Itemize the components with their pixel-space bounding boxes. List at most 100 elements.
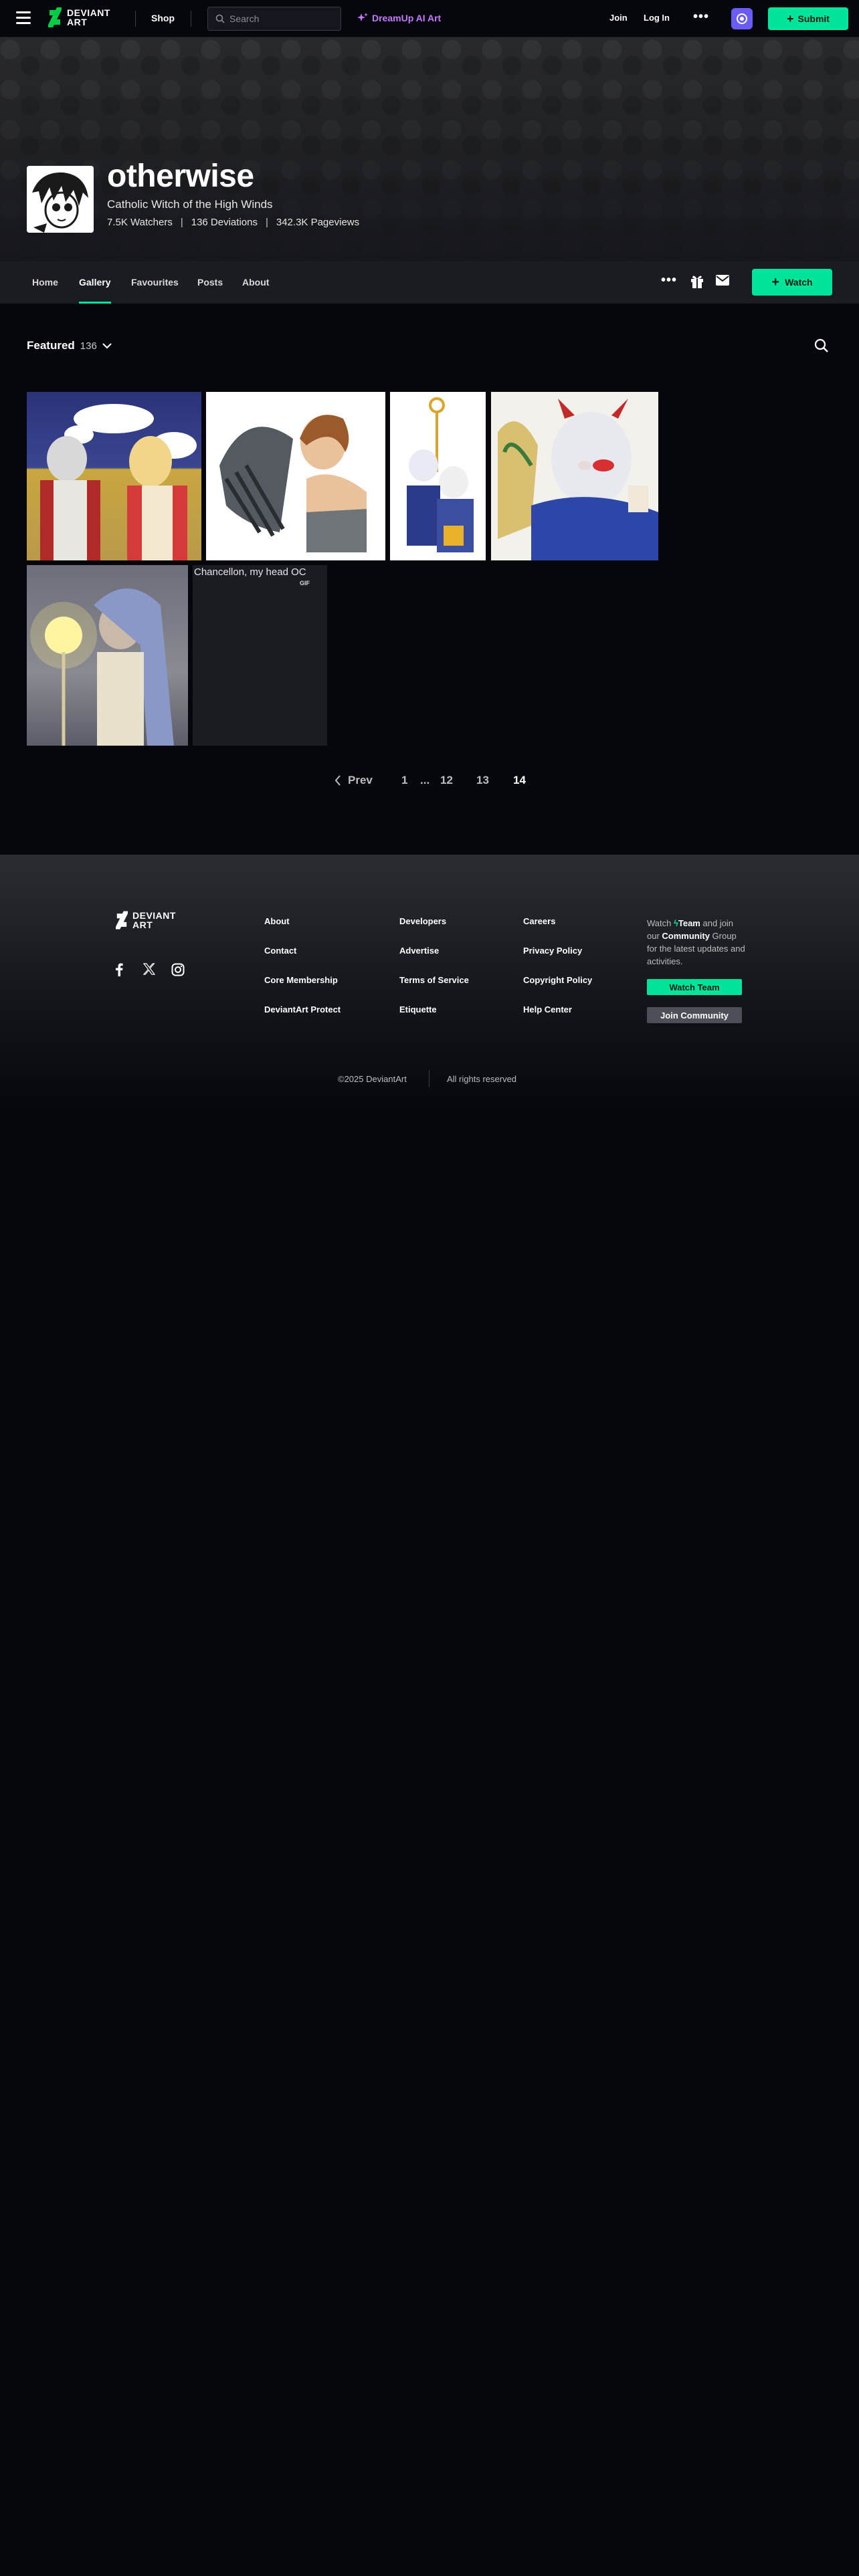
footer-link-terms[interactable]: Terms of Service [399, 975, 469, 985]
logo-text-line1: DEVIANT [67, 7, 110, 18]
thumbnail-alt-text: Chancellon, my head OC [194, 566, 306, 578]
mail-icon[interactable] [716, 275, 729, 286]
tab-favourites[interactable]: Favourites [131, 277, 179, 288]
footer-link-privacy[interactable]: Privacy Policy [523, 946, 582, 956]
watch-label: Watch [785, 277, 813, 288]
pagination-prev[interactable]: Prev [335, 774, 373, 787]
stats-separator: | [180, 217, 183, 228]
search-icon [215, 14, 225, 23]
chevron-down-icon [102, 343, 112, 349]
profile-username[interactable]: otherwise [107, 158, 254, 195]
footer-logo-line2: ART [132, 920, 153, 930]
core-badge-icon [737, 13, 747, 24]
footer-link-deviantart-protect[interactable]: DeviantArt Protect [264, 1004, 341, 1014]
stats-separator: | [265, 217, 268, 228]
rights-text: All rights reserved [447, 1074, 517, 1084]
deviantart-logo[interactable]: DEVIANT ART [48, 7, 110, 27]
pageviews-count: 342.3K Pageviews [276, 217, 360, 228]
artwork-image [498, 399, 658, 560]
submit-label: Submit [797, 13, 830, 24]
footer-link-developers[interactable]: Developers [399, 916, 446, 926]
footer-link-advertise[interactable]: Advertise [399, 946, 439, 956]
dreamup-link[interactable]: DreamUp AI Art [357, 13, 441, 23]
chevron-left-icon [335, 775, 341, 786]
top-navigation-bar: DEVIANT ART Shop DreamUp AI Art Join Log… [0, 0, 859, 37]
dreamup-label: DreamUp AI Art [372, 13, 442, 23]
footer-link-contact[interactable]: Contact [264, 946, 296, 956]
deviation-thumbnail[interactable] [491, 392, 658, 560]
footer-link-etiquette[interactable]: Etiquette [399, 1004, 437, 1014]
profile-stats: 7.5K Watchers | 136 Deviations | 342.3K … [107, 217, 359, 228]
search-input[interactable] [229, 13, 341, 24]
plus-icon: + [771, 275, 780, 290]
footer-logo[interactable]: DEVIANT ART [116, 911, 176, 930]
deviation-thumbnail[interactable] [27, 392, 201, 560]
deviation-thumbnail-broken-image[interactable]: Chancellon, my head OC GIF [193, 565, 327, 746]
tab-posts[interactable]: Posts [197, 277, 223, 288]
site-footer: DEVIANT ART About Contact Core Membershi… [0, 855, 859, 1110]
gif-badge: GIF [300, 580, 310, 586]
copyright-text: ©2025 DeviantArt [338, 1074, 407, 1084]
gift-icon[interactable] [690, 274, 704, 289]
divider [135, 11, 136, 27]
divider [429, 1070, 430, 1087]
deviantart-logo-icon [116, 911, 128, 930]
avatar-image [27, 166, 94, 233]
prev-label: Prev [348, 774, 373, 786]
gallery-search-icon[interactable] [814, 338, 829, 353]
blurb-team: Team [678, 918, 700, 928]
active-tab-indicator [79, 302, 111, 304]
submit-button[interactable]: + Submit [768, 7, 848, 30]
search-box[interactable] [207, 7, 341, 31]
footer-link-copyright[interactable]: Copyright Policy [523, 975, 592, 985]
core-membership-icon[interactable] [731, 8, 753, 29]
profile-navigation: Home Gallery Favourites Posts About ••• … [0, 261, 859, 304]
join-link[interactable]: Join [609, 13, 628, 23]
avatar[interactable] [27, 166, 94, 233]
more-options-icon[interactable]: ••• [661, 273, 677, 288]
footer-link-careers[interactable]: Careers [523, 916, 555, 926]
page-link-1[interactable]: 1 [401, 774, 407, 787]
menu-icon[interactable] [16, 11, 31, 26]
folder-count: 136 [80, 340, 97, 352]
watchers-count[interactable]: 7.5K Watchers [107, 217, 173, 228]
tab-about[interactable]: About [242, 277, 269, 288]
page-link-12[interactable]: 12 [440, 774, 453, 787]
artwork-image [30, 588, 174, 746]
team-icon: ϟ [673, 918, 678, 928]
deviations-count[interactable]: 136 Deviations [191, 217, 258, 228]
footer-link-core-membership[interactable]: Core Membership [264, 975, 338, 985]
shop-link[interactable]: Shop [151, 13, 175, 23]
instagram-icon[interactable] [171, 963, 185, 976]
artwork-image [40, 404, 197, 560]
page-ellipsis: ... [420, 774, 430, 786]
folder-title: Featured [27, 339, 75, 352]
more-options-icon[interactable]: ••• [693, 9, 709, 25]
page-link-13[interactable]: 13 [476, 774, 489, 787]
watch-team-blurb: Watch ϟTeam and join our Community Group… [647, 917, 747, 968]
x-icon[interactable] [143, 963, 155, 975]
watch-button[interactable]: + Watch [752, 269, 832, 296]
sparkle-icon [357, 13, 368, 21]
watch-team-button[interactable]: Watch Team [647, 979, 742, 995]
login-link[interactable]: Log In [644, 13, 670, 23]
footer-link-help-center[interactable]: Help Center [523, 1004, 572, 1014]
footer-logo-line1: DEVIANT [132, 910, 176, 921]
deviation-thumbnail[interactable] [390, 392, 486, 560]
deviation-thumbnail[interactable] [206, 392, 385, 560]
gallery-folder-dropdown[interactable]: Featured 136 [27, 339, 112, 352]
plus-icon: + [787, 12, 794, 25]
join-community-button[interactable]: Join Community [647, 1007, 742, 1023]
tab-gallery[interactable]: Gallery [79, 277, 110, 288]
tab-home[interactable]: Home [32, 277, 58, 288]
page-current-14: 14 [513, 774, 526, 786]
artwork-image [407, 397, 474, 552]
deviation-thumbnail[interactable] [27, 565, 188, 746]
artwork-image [219, 415, 367, 552]
facebook-icon[interactable] [115, 963, 123, 976]
logo-text-line2: ART [67, 17, 88, 27]
blurb-text: Watch [647, 918, 672, 928]
footer-link-about[interactable]: About [264, 916, 290, 926]
deviantart-logo-icon [48, 7, 62, 27]
profile-tagline: Catholic Witch of the High Winds [107, 198, 273, 211]
